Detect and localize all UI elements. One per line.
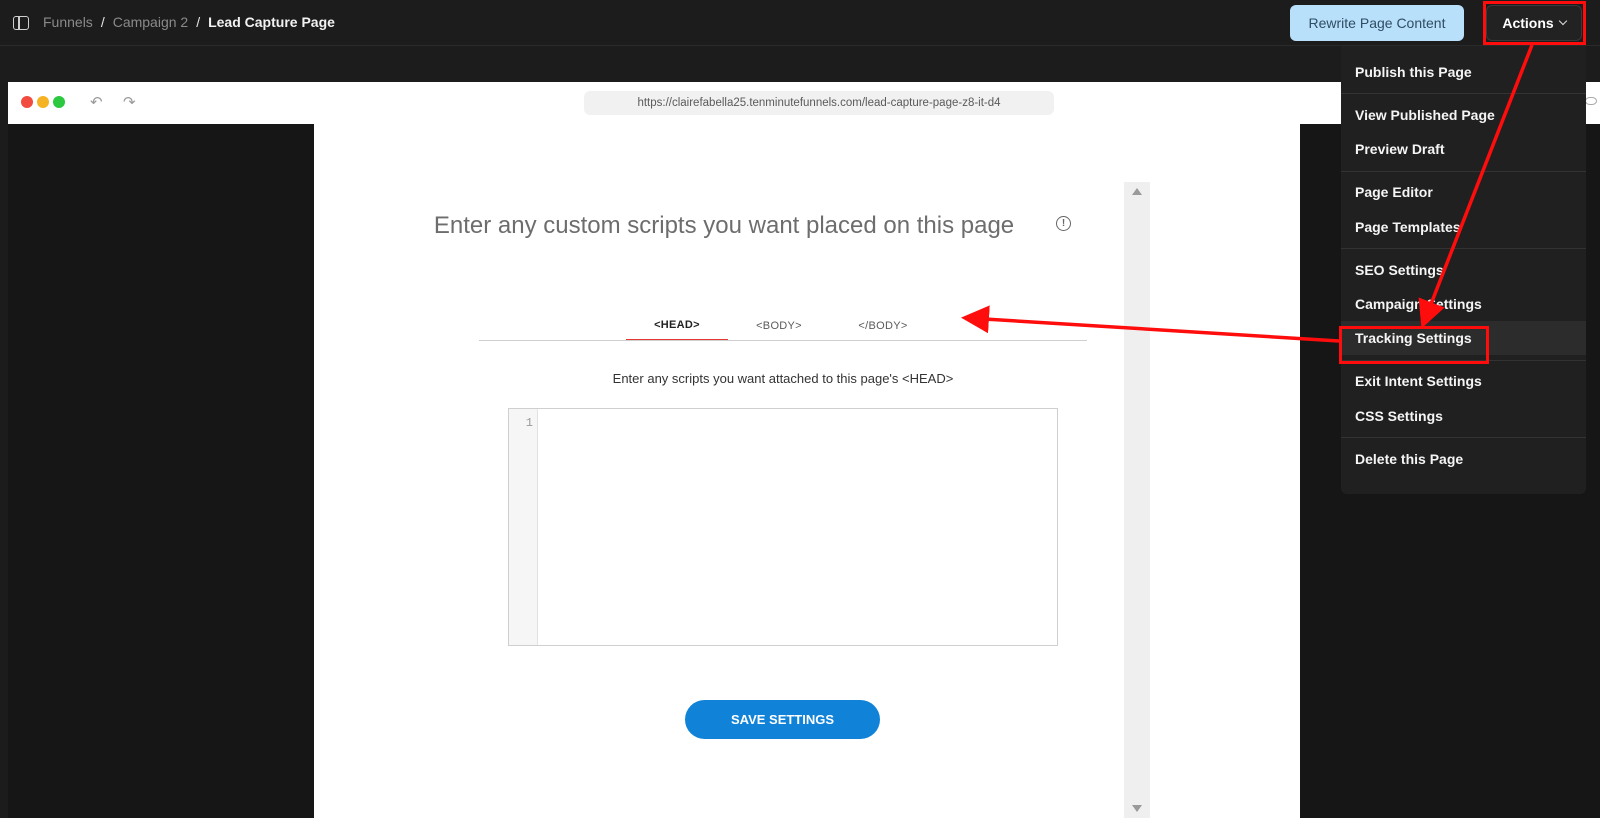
menu-item-delete-page[interactable]: Delete this Page [1341, 442, 1586, 476]
sidebar-toggle-icon[interactable] [13, 16, 29, 30]
editor-line-number: 1 [525, 416, 533, 430]
menu-item-tracking-settings[interactable]: Tracking Settings [1341, 321, 1586, 355]
menu-item-css-settings[interactable]: CSS Settings [1341, 399, 1586, 433]
url-bar[interactable]: https://clairefabella25.tenminutefunnels… [584, 91, 1054, 115]
menu-item-publish[interactable]: Publish this Page [1341, 55, 1586, 89]
chevron-down-icon [1558, 16, 1567, 26]
menu-divider [1341, 248, 1586, 249]
tabs-divider [479, 340, 1087, 341]
eye-icon[interactable] [1585, 97, 1597, 105]
info-icon[interactable]: ! [1056, 216, 1071, 231]
menu-item-page-editor[interactable]: Page Editor [1341, 175, 1586, 209]
actions-button-label: Actions [1502, 15, 1554, 31]
menu-divider [1341, 437, 1586, 438]
rewrite-page-content-button[interactable]: Rewrite Page Content [1290, 5, 1464, 41]
breadcrumb-funnels[interactable]: Funnels [43, 14, 93, 30]
scroll-up-icon[interactable] [1132, 188, 1142, 195]
actions-menu: Publish this Page View Published Page Pr… [1341, 46, 1586, 494]
actions-button[interactable]: Actions [1486, 5, 1582, 41]
menu-item-campaign-settings[interactable]: Campaign Settings [1341, 287, 1586, 321]
panel-scrollbar[interactable] [1124, 182, 1150, 818]
tab-head[interactable]: <HEAD> [626, 311, 728, 341]
menu-item-seo-settings[interactable]: SEO Settings [1341, 253, 1586, 287]
save-settings-button[interactable]: SAVE SETTINGS [685, 700, 880, 739]
editor-gutter: 1 [509, 409, 538, 645]
undo-icon[interactable]: ↶ [90, 93, 103, 111]
tab-description: Enter any scripts you want attached to t… [612, 371, 954, 386]
menu-item-page-templates[interactable]: Page Templates [1341, 210, 1586, 244]
window-minimize-dot [37, 96, 49, 108]
top-bar: Funnels / Campaign 2 / Lead Capture Page Rew… [0, 0, 1600, 46]
window-close-dot [21, 96, 33, 108]
redo-icon[interactable]: ↷ [123, 93, 136, 111]
menu-item-exit-intent-settings[interactable]: Exit Intent Settings [1341, 364, 1586, 398]
window-maximize-dot [53, 96, 65, 108]
editor-code-area[interactable] [539, 409, 1057, 645]
tracking-settings-title: Enter any custom scripts you want placed… [433, 212, 1015, 239]
breadcrumb: Funnels / Campaign 2 / Lead Capture Page [43, 14, 335, 30]
tab-body[interactable]: <BODY> [728, 311, 830, 341]
head-script-editor[interactable]: 1 [508, 408, 1058, 646]
menu-divider [1341, 93, 1586, 94]
scroll-down-icon[interactable] [1132, 805, 1142, 812]
menu-divider [1341, 171, 1586, 172]
breadcrumb-current-page: Lead Capture Page [208, 14, 335, 30]
breadcrumb-separator: / [100, 14, 105, 30]
tab-body-close[interactable]: </BODY> [832, 311, 934, 341]
breadcrumb-campaign[interactable]: Campaign 2 [113, 14, 189, 30]
tracking-settings-page: Enter any custom scripts you want placed… [314, 124, 1300, 818]
breadcrumb-separator: / [196, 14, 201, 30]
menu-divider [1341, 360, 1586, 361]
menu-item-preview-draft[interactable]: Preview Draft [1341, 132, 1586, 166]
menu-item-view-published[interactable]: View Published Page [1341, 98, 1586, 132]
